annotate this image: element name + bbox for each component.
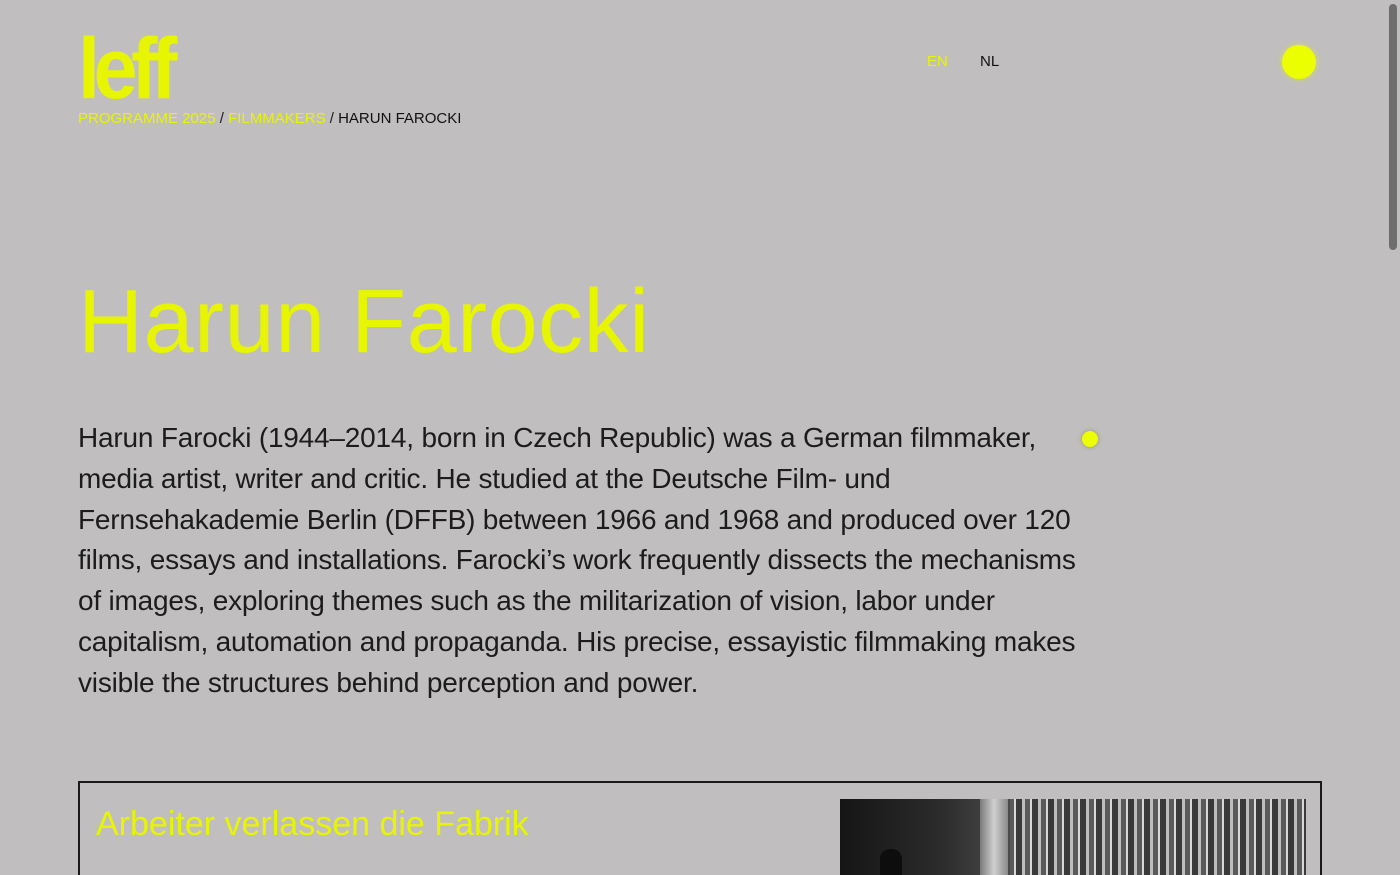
breadcrumb-separator: /	[329, 110, 334, 127]
filmmaker-bio: Harun Farocki (1944–2014, born in Czech …	[78, 422, 1076, 698]
cursor-dot-icon	[1082, 431, 1098, 447]
breadcrumb-separator: /	[219, 110, 224, 127]
menu-dot-icon[interactable]	[1282, 45, 1316, 79]
film-still-pillar	[980, 799, 1008, 875]
breadcrumb-filmmakers-link[interactable]: FILMMAKERS	[228, 110, 326, 127]
breadcrumb-programme-link[interactable]: PROGRAMME 2025	[78, 110, 216, 127]
breadcrumb-current: HARUN FAROCKI	[338, 110, 462, 127]
page-title: Harun Farocki	[78, 272, 650, 372]
film-card[interactable]: Arbeiter verlassen die Fabrik	[78, 781, 1322, 875]
film-title[interactable]: Arbeiter verlassen die Fabrik	[96, 803, 529, 845]
site-logo[interactable]: leff	[78, 26, 177, 112]
breadcrumb: PROGRAMME 2025 / FILMMAKERS / HARUN FARO…	[78, 110, 461, 128]
scrollbar-thumb[interactable]	[1389, 4, 1397, 250]
scrollbar[interactable]	[1386, 0, 1400, 875]
film-still-figure	[880, 849, 902, 875]
language-en-link[interactable]: EN	[927, 53, 948, 71]
language-nl-link[interactable]: NL	[980, 53, 999, 71]
film-still-image[interactable]	[840, 799, 1306, 875]
